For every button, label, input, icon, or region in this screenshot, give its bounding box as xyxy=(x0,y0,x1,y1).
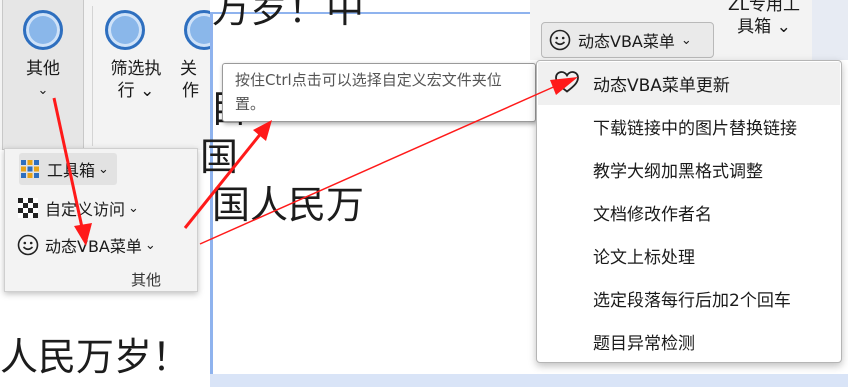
annotation-arrow-2 xyxy=(183,131,264,229)
annotation-arrow-1 xyxy=(52,97,85,233)
annotation-arrowhead-1 xyxy=(74,223,92,246)
annotation-arrow-3 xyxy=(199,84,559,245)
annotation-arrows xyxy=(52,77,578,246)
annotation-arrowhead-3 xyxy=(550,77,578,95)
